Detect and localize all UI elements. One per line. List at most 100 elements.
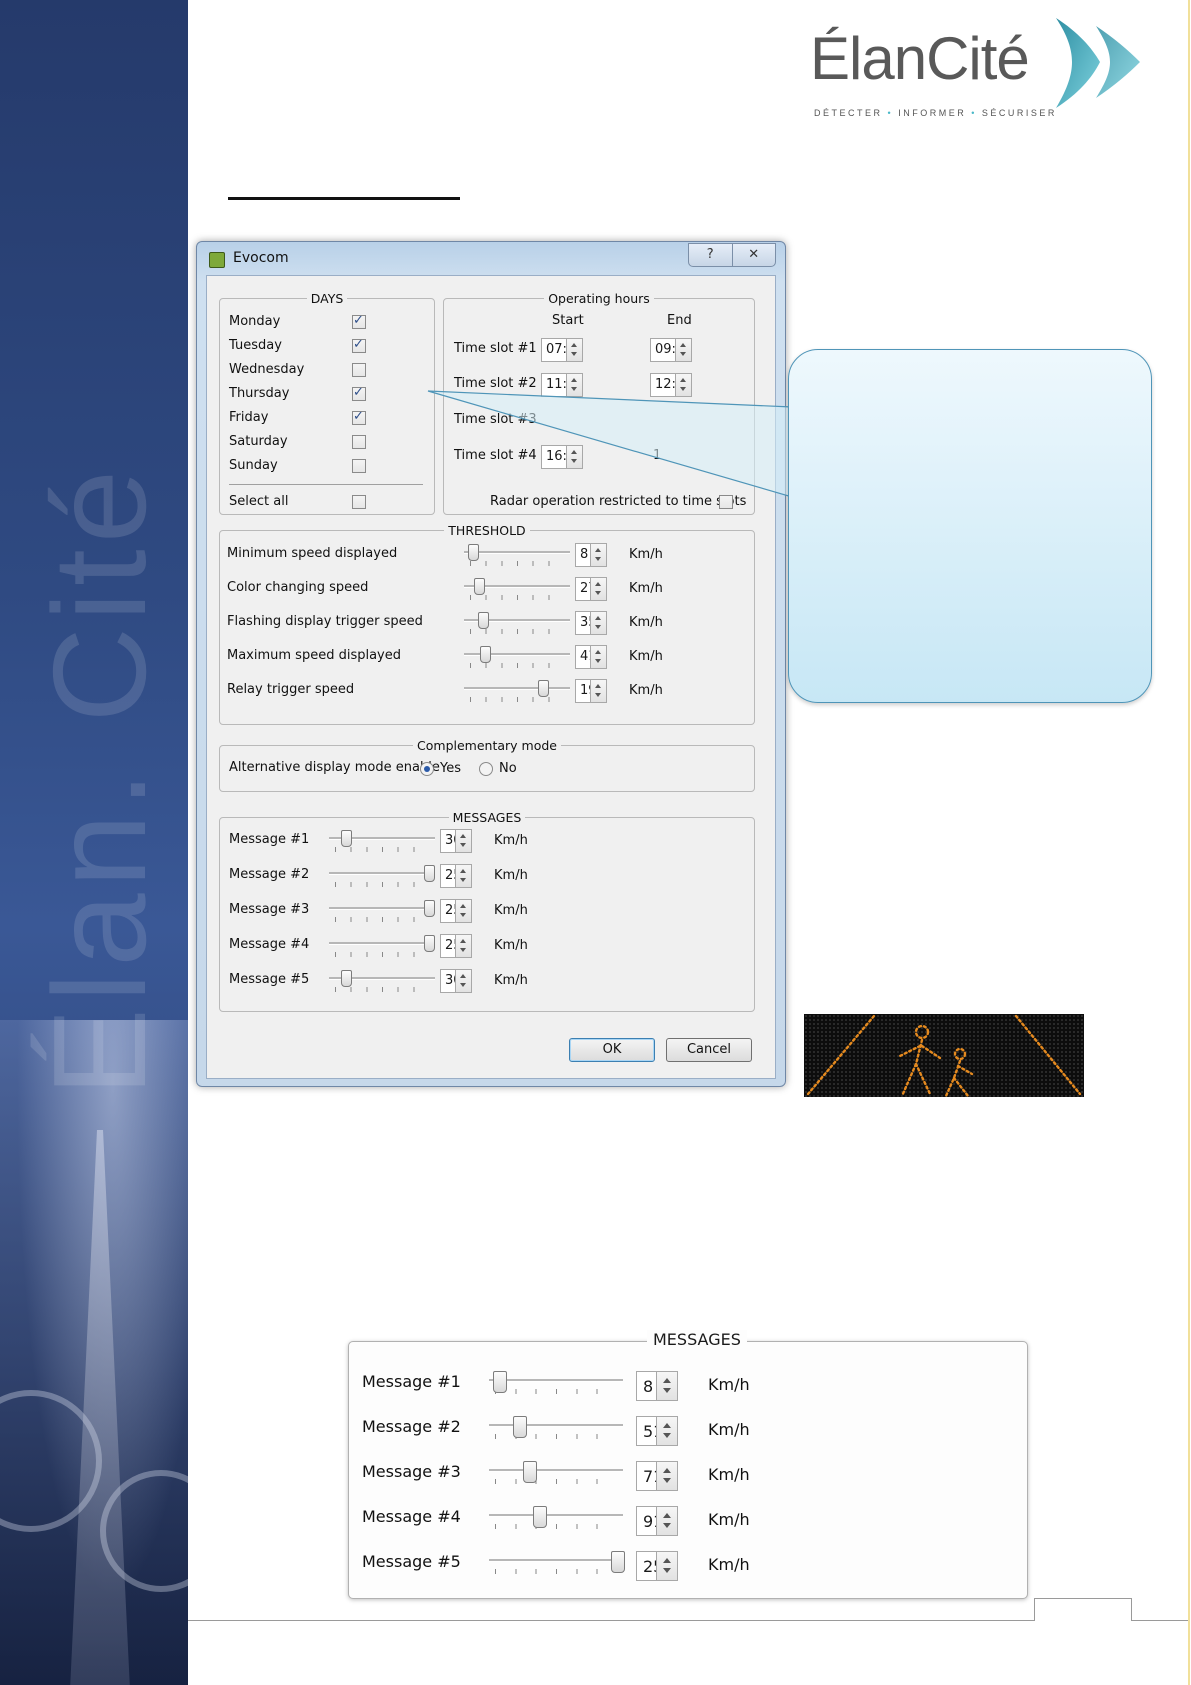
enlarged-message-spinbox-5[interactable]: 255: [636, 1551, 678, 1581]
slider-thumb[interactable]: [341, 830, 353, 847]
threshold-spinbox-5[interactable]: 199: [575, 679, 607, 703]
enlarged-message-slider-2[interactable]: [489, 1416, 623, 1443]
spin-arrows-icon[interactable]: [590, 645, 607, 669]
message-spinbox-2[interactable]: 255: [440, 864, 472, 888]
thursday-checkbox[interactable]: [352, 385, 366, 401]
threshold-slider-5[interactable]: [464, 680, 570, 706]
enlarged-message-slider-3[interactable]: [489, 1461, 623, 1488]
spin-arrows-icon[interactable]: [455, 864, 472, 888]
start-column-header: Start: [552, 313, 584, 328]
message-slider-4[interactable]: [329, 935, 435, 961]
threshold-spinbox-4[interactable]: 41: [575, 645, 607, 669]
friday-checkbox[interactable]: [352, 409, 366, 425]
message-label-4: Message #4: [229, 937, 310, 952]
threshold-value-1: 8: [580, 547, 589, 562]
slider-thumb[interactable]: [523, 1461, 538, 1483]
alt-display-no-radio[interactable]: [479, 762, 493, 776]
time-slot-1-start-spinbox[interactable]: 07:30: [541, 338, 583, 362]
slider-thumb[interactable]: [480, 646, 492, 663]
day-label-thursday: Thursday: [229, 386, 290, 401]
enlarged-message-unit-2: Km/h: [708, 1420, 750, 1439]
slider-thumb[interactable]: [341, 970, 353, 987]
spin-arrows-icon[interactable]: [590, 543, 607, 567]
threshold-spinbox-2[interactable]: 27: [575, 577, 607, 601]
spin-arrows-icon[interactable]: [590, 611, 607, 635]
spin-arrows-icon[interactable]: [590, 577, 607, 601]
slider-ticks: [335, 847, 429, 852]
message-unit-1: Km/h: [494, 833, 528, 848]
slider-thumb[interactable]: [492, 1371, 507, 1393]
alt-display-yes-radio[interactable]: [420, 762, 434, 776]
enlarged-message-slider-4[interactable]: [489, 1506, 623, 1533]
threshold-slider-3[interactable]: [464, 612, 570, 638]
spin-arrows-icon[interactable]: [455, 829, 472, 853]
enlarged-message-spinbox-2[interactable]: 51: [636, 1416, 678, 1446]
slider-thumb[interactable]: [424, 900, 435, 917]
threshold-slider-1[interactable]: [464, 544, 570, 570]
spin-arrows-icon[interactable]: [675, 338, 692, 362]
spin-arrows-icon[interactable]: [656, 1461, 678, 1491]
wednesday-checkbox[interactable]: [352, 363, 366, 377]
slider-thumb[interactable]: [424, 935, 435, 952]
message-spinbox-5[interactable]: 30: [440, 969, 472, 993]
slider-thumb[interactable]: [478, 612, 490, 629]
slider-thumb[interactable]: [474, 578, 486, 595]
saturday-checkbox[interactable]: [352, 435, 366, 449]
slider-track: [489, 1424, 623, 1427]
message-spinbox-3[interactable]: 255: [440, 899, 472, 923]
message-slider-2[interactable]: [329, 865, 435, 891]
message-slider-5[interactable]: [329, 970, 435, 996]
message-spinbox-4[interactable]: 255: [440, 934, 472, 958]
slider-ticks: [470, 663, 564, 668]
threshold-slider-4[interactable]: [464, 646, 570, 672]
message-spinbox-1[interactable]: 30: [440, 829, 472, 853]
enlarged-message-spinbox-4[interactable]: 91: [636, 1506, 678, 1536]
cancel-button[interactable]: Cancel: [666, 1038, 752, 1062]
app-icon: [209, 252, 225, 268]
enlarged-message-spinbox-1[interactable]: 8: [636, 1371, 678, 1401]
enlarged-message-label-1: Message #1: [362, 1372, 461, 1391]
slider-track: [329, 907, 435, 910]
slider-thumb[interactable]: [513, 1416, 528, 1438]
enlarged-message-slider-5[interactable]: [489, 1551, 625, 1578]
slider-track: [464, 551, 570, 554]
spin-arrows-icon[interactable]: [656, 1416, 678, 1446]
sunday-checkbox[interactable]: [352, 459, 366, 473]
select-all-checkbox[interactable]: [352, 495, 366, 509]
message-slider-3[interactable]: [329, 900, 435, 926]
slider-thumb[interactable]: [538, 680, 550, 697]
message-unit-4: Km/h: [494, 938, 528, 953]
help-button[interactable]: ?: [689, 244, 732, 266]
monday-checkbox[interactable]: [352, 313, 366, 329]
spin-arrows-icon[interactable]: [455, 969, 472, 993]
message-slider-1[interactable]: [329, 830, 435, 856]
slider-track: [489, 1514, 623, 1517]
tuesday-checkbox[interactable]: [352, 337, 366, 353]
threshold-spinbox-3[interactable]: 35: [575, 611, 607, 635]
time-slot-1-label: Time slot #1: [454, 341, 537, 356]
threshold-slider-2[interactable]: [464, 578, 570, 604]
close-button[interactable]: ✕: [731, 244, 776, 266]
elancite-logo: ÉlanCité DÉTECTER • INFORMER • SÉCURISER: [810, 18, 1160, 128]
time-slot-1-end-spinbox[interactable]: 09:00: [650, 338, 692, 362]
slider-thumb[interactable]: [611, 1551, 625, 1573]
slider-thumb[interactable]: [467, 544, 479, 561]
slider-thumb[interactable]: [532, 1506, 547, 1528]
slider-thumb[interactable]: [424, 865, 435, 882]
logo-chevrons-icon: [1056, 18, 1140, 108]
threshold-unit-5: Km/h: [629, 683, 663, 698]
spin-arrows-icon[interactable]: [656, 1371, 678, 1401]
spin-arrows-icon[interactable]: [590, 679, 607, 703]
spin-arrows-icon[interactable]: [656, 1551, 678, 1581]
ok-button[interactable]: OK: [569, 1038, 655, 1062]
spin-arrows-icon[interactable]: [656, 1506, 678, 1536]
enlarged-message-label-4: Message #4: [362, 1507, 461, 1526]
day-label-wednesday: Wednesday: [229, 362, 305, 377]
enlarged-message-slider-1[interactable]: [489, 1371, 623, 1398]
slider-track: [464, 687, 570, 690]
spin-arrows-icon[interactable]: [455, 899, 472, 923]
spin-arrows-icon[interactable]: [455, 934, 472, 958]
enlarged-message-spinbox-3[interactable]: 71: [636, 1461, 678, 1491]
threshold-spinbox-1[interactable]: 8: [575, 543, 607, 567]
spin-arrows-icon[interactable]: [566, 338, 583, 362]
